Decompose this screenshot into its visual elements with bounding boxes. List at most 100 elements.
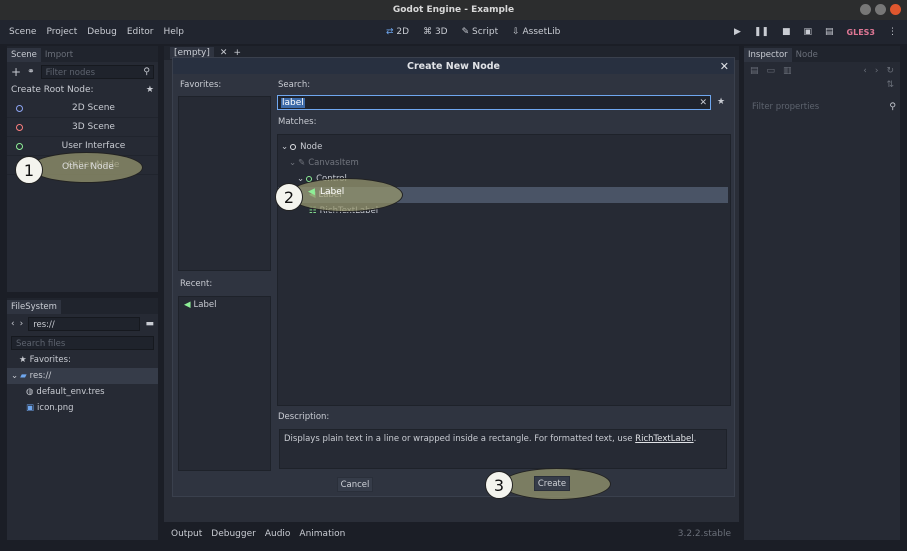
forward-icon[interactable]: › (20, 319, 24, 329)
callout-2-icon: ◀ (308, 187, 315, 197)
search-properties-icon: ⚲ (889, 102, 896, 112)
filesystem-search-row: Search files (7, 333, 158, 352)
workspace-assetlib[interactable]: ⇩ AssetLib (512, 27, 560, 37)
chevron-down-icon: ⌄ (11, 371, 19, 381)
dialog-close-icon[interactable]: ✕ (720, 60, 729, 73)
history-forward-icon[interactable]: › (875, 66, 879, 76)
description-link[interactable]: RichTextLabel (635, 434, 693, 444)
play-custom-icon[interactable]: ▤ (825, 27, 834, 37)
menu-debug[interactable]: Debug (82, 27, 122, 37)
sort-icon[interactable]: ⇅ (886, 80, 894, 98)
clear-search-icon[interactable]: ✕ (699, 98, 707, 108)
favorites-label: Favorites: (180, 80, 222, 90)
workspace-3d[interactable]: ⌘ 3D (423, 27, 448, 37)
search-files-input[interactable]: Search files (11, 335, 154, 350)
window-titlebar: Godot Engine - Example (0, 0, 907, 20)
workspace-switcher: ⇄ 2D ⌘ 3D ✎ Script ⇩ AssetLib (386, 27, 560, 37)
description-box: Displays plain text in a line or wrapped… (279, 429, 727, 469)
run-controls: ▶ ❚❚ ■ ▣ ▤ GLES3 ⋮ (734, 27, 897, 37)
tab-debugger[interactable]: Debugger (211, 529, 256, 539)
menu-project[interactable]: Project (41, 27, 82, 37)
globe-icon: ◍ (26, 387, 34, 397)
tab-output[interactable]: Output (171, 529, 202, 539)
filesystem-path-row: ‹ › res:// ▬ (7, 314, 158, 333)
open-folder-icon[interactable]: ▭ (767, 66, 776, 76)
scene-toolbar: + ⚭ Filter nodes ⚲ (7, 62, 158, 81)
new-resource-icon[interactable]: ▤ (750, 66, 759, 76)
pause-icon[interactable]: ❚❚ (754, 27, 769, 37)
scene-item-3d[interactable]: 3D Scene (7, 118, 158, 137)
callout-3-create-button[interactable]: Create (534, 476, 570, 491)
window-title: Godot Engine - Example (392, 5, 515, 15)
recent-item-label[interactable]: ◀ Label (179, 297, 270, 313)
recent-list[interactable]: ◀ Label (178, 296, 271, 471)
tab-filesystem[interactable]: FileSystem (7, 300, 61, 314)
favorite-star-icon[interactable]: ★ (146, 85, 154, 95)
tab-node[interactable]: Node (792, 48, 822, 62)
callout-1-text: Other Node (62, 162, 114, 172)
create-root-row: Create Root Node: ★ (7, 81, 158, 99)
link-icon[interactable]: ⚭ (27, 67, 35, 77)
scene-item-2d[interactable]: 2D Scene (7, 99, 158, 118)
history-icon[interactable]: ↻ (886, 66, 894, 76)
callout-highlight-2 (288, 178, 403, 212)
split-view-icon[interactable]: ▬ (145, 319, 154, 329)
description-label: Description: (278, 412, 330, 422)
fs-file-icon-label: icon.png (37, 403, 74, 413)
add-node-icon[interactable]: + (11, 65, 21, 79)
star-icon: ★ (19, 355, 27, 365)
tab-import[interactable]: Import (41, 48, 77, 62)
version-label: 3.2.2.stable (677, 529, 731, 539)
save-icon[interactable]: ▥ (783, 66, 792, 76)
menu-scene[interactable]: Scene (4, 27, 41, 37)
menu-help[interactable]: Help (159, 27, 190, 37)
tree-item-node[interactable]: ⌄ Node (278, 139, 730, 155)
renderer-select[interactable]: GLES3 (847, 28, 875, 37)
callout-2-text: Label (320, 187, 345, 197)
favorites-list[interactable] (178, 96, 271, 271)
back-icon[interactable]: ‹ (11, 319, 15, 329)
callout-number-2: 2 (275, 183, 303, 211)
fs-favorites-label: Favorites: (29, 355, 71, 365)
workspace-script[interactable]: ✎ Script (462, 27, 499, 37)
play-icon[interactable]: ▶ (734, 27, 741, 37)
menu-dots-icon[interactable]: ⋮ (888, 27, 897, 37)
stop-icon[interactable]: ■ (782, 27, 791, 37)
filesystem-path-field[interactable]: res:// (28, 316, 141, 331)
tab-audio[interactable]: Audio (265, 529, 291, 539)
create-node-dialog: Create New Node ✕ Favorites: Recent: ◀ L… (172, 57, 735, 497)
tab-animation[interactable]: Animation (299, 529, 345, 539)
callout-number-3: 3 (485, 471, 513, 499)
fs-file-env[interactable]: ◍ default_env.tres (7, 384, 158, 400)
workspace-2d[interactable]: ⇄ 2D (386, 27, 409, 37)
matches-tree[interactable]: ⌄ Node ⌄ ✎ CanvasItem ⌄ Control ◀ Label … (277, 134, 731, 406)
search-label: Search: (278, 80, 311, 90)
callout-number-1: 1 (15, 156, 43, 184)
menu-editor[interactable]: Editor (122, 27, 159, 37)
filesystem-tabs: FileSystem (7, 298, 158, 314)
tree-item-canvasitem[interactable]: ⌄ ✎ CanvasItem (278, 155, 730, 171)
close-window-icon[interactable] (890, 4, 901, 15)
tab-scene[interactable]: Scene (7, 48, 41, 62)
filter-nodes-input[interactable]: Filter nodes (40, 64, 154, 79)
fs-favorites[interactable]: ★ Favorites: (7, 352, 158, 368)
window-controls (860, 4, 901, 15)
minimize-icon[interactable] (860, 4, 871, 15)
favorite-toggle-icon[interactable]: ★ (717, 97, 725, 107)
play-scene-icon[interactable]: ▣ (804, 27, 813, 37)
maximize-icon[interactable] (875, 4, 886, 15)
scene-item-3d-label: 3D Scene (72, 122, 115, 132)
filter-properties-input[interactable]: Filter properties (748, 100, 890, 114)
label-node-icon: ◀ (184, 300, 191, 310)
fs-file-icon[interactable]: ▣ icon.png (7, 400, 158, 416)
tree-item-node-label: Node (300, 142, 323, 152)
tab-inspector[interactable]: Inspector (744, 48, 792, 62)
filesystem-dock: FileSystem ‹ › res:// ▬ Search files ★ F… (7, 298, 158, 540)
node-search-input[interactable]: label ✕ (277, 95, 711, 110)
fs-root-label: res:// (29, 371, 52, 381)
scene-item-ui-label: User Interface (61, 141, 126, 151)
history-back-icon[interactable]: ‹ (863, 66, 867, 76)
fs-root[interactable]: ⌄ ▰ res:// (7, 368, 158, 384)
scene-item-2d-label: 2D Scene (72, 103, 115, 113)
cancel-button[interactable]: Cancel (337, 477, 373, 492)
